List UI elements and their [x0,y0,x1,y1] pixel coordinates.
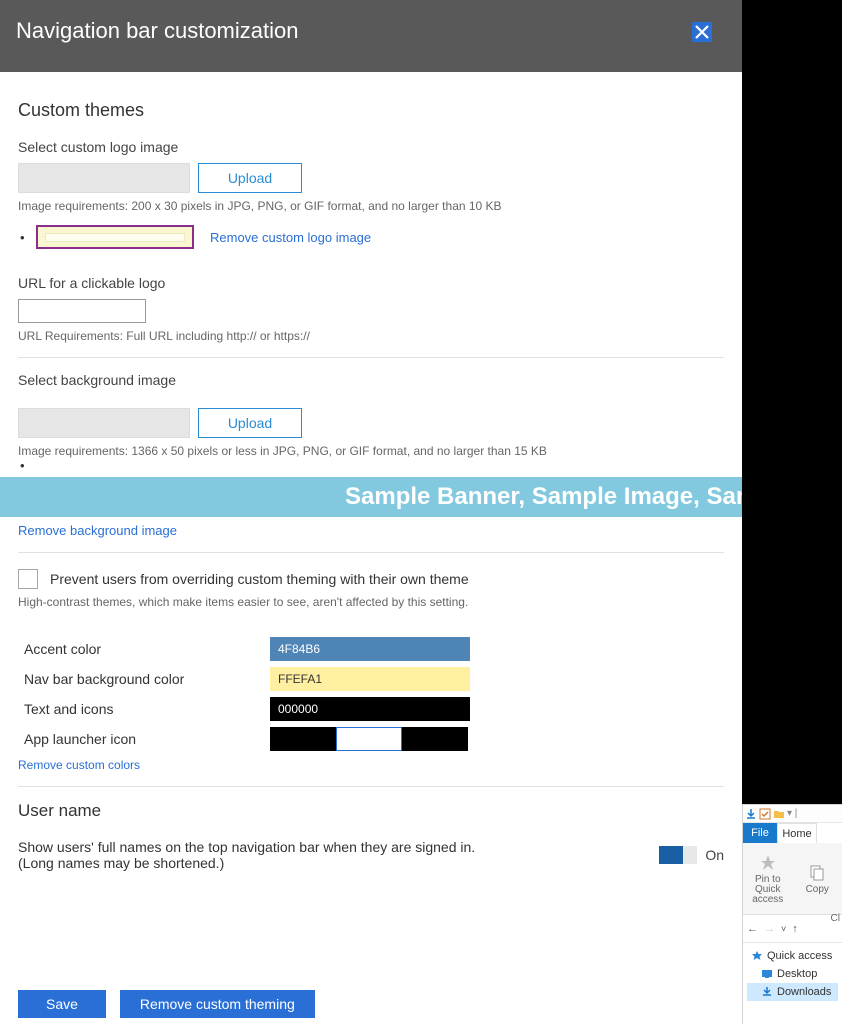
desktop-icon [761,968,773,980]
bg-file-row: Upload [18,408,724,438]
section-user-name: User name [18,801,724,821]
logo-file-row: Upload [18,163,724,193]
panel-content: Custom themes Select custom logo image U… [0,72,742,1024]
tree-desktop-label: Desktop [777,968,817,980]
tree-quick-access-label: Quick access [767,950,832,962]
up-icon[interactable]: ↑ [792,923,798,935]
checkmark-icon [759,808,771,820]
remove-colors-link[interactable]: Remove custom colors [18,758,140,772]
divider [18,552,724,553]
copy-button[interactable]: Copy [793,843,842,914]
pin-label: Pin to Quick access [743,875,793,905]
divider [18,357,724,358]
user-name-desc: Show users' full names on the top naviga… [18,839,475,871]
launcher-option-dark1[interactable] [270,727,336,751]
logo-thumbnail [36,225,194,249]
explorer-ribbon: Pin to Quick access Copy [743,843,842,915]
copy-icon [807,863,827,883]
text-color-label: Text and icons [18,701,270,717]
prevent-override-label: Prevent users from overriding custom the… [50,571,469,587]
bg-banner-preview: Sample Banner, Sample Image, Sam [0,477,742,517]
explorer-nav: ← → ˅ ↑ [743,915,842,943]
tree-quick-access[interactable]: Quick access [747,947,838,965]
back-icon[interactable]: ← [747,923,758,935]
tree-downloads-label: Downloads [777,986,831,998]
nav-bg-label: Nav bar background color [18,671,270,687]
prevent-override-hint: High-contrast themes, which make items e… [18,595,724,609]
save-button[interactable]: Save [18,990,106,1018]
divider [18,786,724,787]
user-name-row: Show users' full names on the top naviga… [18,839,724,871]
accent-color-swatch[interactable]: 4F84B6 [270,637,470,661]
user-name-toggle-wrap: On [659,846,724,864]
logo-upload-button[interactable]: Upload [198,163,302,193]
panel-header: Navigation bar customization [0,0,742,72]
explorer-tab-home[interactable]: Home [777,823,817,843]
url-label: URL for a clickable logo [18,275,724,291]
url-hint: URL Requirements: Full URL including htt… [18,329,724,343]
download-arrow-icon [745,808,757,820]
tree-downloads[interactable]: Downloads [747,983,838,1001]
user-name-toggle-label: On [705,847,724,863]
explorer-tab-file[interactable]: File [743,823,777,843]
panel-title: Navigation bar customization [16,18,726,44]
logo-label: Select custom logo image [18,139,724,155]
nav-bg-swatch[interactable]: FFEFA1 [270,667,470,691]
launcher-option-dark2[interactable] [402,727,468,751]
remove-logo-link[interactable]: Remove custom logo image [210,230,371,245]
explorer-tabs: File Home [743,823,842,843]
copy-label: Copy [806,885,829,895]
bg-hint: Image requirements: 1366 x 50 pixels or … [18,444,724,458]
close-icon [695,25,709,39]
section-custom-themes: Custom themes [18,100,724,121]
user-name-toggle[interactable] [659,846,697,864]
logo-file-field[interactable] [18,163,190,193]
close-button[interactable] [692,22,712,42]
folder-icon [773,808,785,820]
settings-panel: Navigation bar customization Custom them… [0,0,742,1024]
launcher-option-light[interactable] [336,727,402,751]
download-icon [761,986,773,998]
file-explorer-window: ▾ | File Home Pin to Quick access Copy C… [742,804,842,1024]
launcher-icon-options [270,727,470,751]
bg-bullet [18,458,724,473]
forward-icon[interactable]: → [764,923,775,935]
chevron-down-icon[interactable]: ˅ [781,924,786,934]
explorer-quick-access-toolbar: ▾ | [743,805,842,823]
logo-preview-row: Remove custom logo image [36,225,724,249]
prevent-override-row: Prevent users from overriding custom the… [18,569,724,589]
logo-url-input[interactable] [18,299,146,323]
color-grid: Accent color 4F84B6 Nav bar background c… [18,637,724,751]
remove-theming-button[interactable]: Remove custom theming [120,990,315,1018]
user-name-desc-line2: (Long names may be shortened.) [18,855,475,871]
clipboard-group-label: Cl [831,913,840,924]
launcher-icon-label: App launcher icon [18,731,270,747]
remove-bg-link[interactable]: Remove background image [18,523,177,538]
pin-icon [758,853,778,873]
tree-desktop[interactable]: Desktop [747,965,838,983]
pin-to-quick-access-button[interactable]: Pin to Quick access [743,843,793,914]
bg-label: Select background image [18,372,724,388]
bg-file-field[interactable] [18,408,190,438]
logo-hint: Image requirements: 200 x 30 pixels in J… [18,199,724,213]
bg-upload-button[interactable]: Upload [198,408,302,438]
explorer-tree: Quick access Desktop Downloads [743,943,842,1005]
text-color-swatch[interactable]: 000000 [270,697,470,721]
accent-color-label: Accent color [18,641,270,657]
user-name-desc-line1: Show users' full names on the top naviga… [18,839,475,855]
panel-footer: Save Remove custom theming [18,990,315,1018]
star-icon [751,950,763,962]
prevent-override-checkbox[interactable] [18,569,38,589]
